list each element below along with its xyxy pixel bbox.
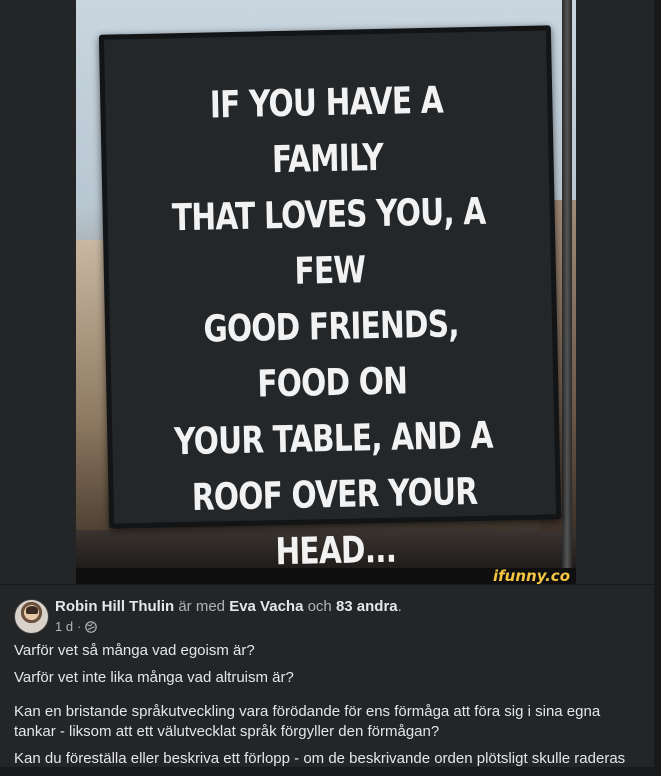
meta-separator: · (77, 619, 82, 634)
post-meta: 1 d · (55, 619, 98, 635)
avatar-hair (26, 606, 38, 614)
with-text: är med (178, 598, 226, 615)
post-paragraph: Kan du föreställa eller beskriva ett för… (14, 750, 626, 767)
tagged-person-link[interactable]: Eva Vacha (229, 598, 303, 615)
quote-sign: If you have a family that loves you, a f… (98, 25, 562, 584)
post-text: Varför vet så många vad egoism är? Varfö… (14, 641, 642, 776)
globe-icon[interactable] (85, 621, 98, 633)
sign-quote-text: If you have a family that loves you, a f… (171, 78, 494, 584)
post-photo[interactable]: If you have a family that loves you, a f… (76, 0, 576, 584)
post-paragraph: Varför vet inte lika många vad altruism … (14, 669, 294, 686)
post-paragraph: Varför vet så många vad egoism är? (14, 642, 255, 659)
post-paragraph: Kan en bristande språkutveckling vara fö… (14, 703, 601, 740)
post-body: Robin Hill Thulin är med Eva Vacha och 8… (0, 585, 654, 767)
page-scrollbar[interactable] (654, 0, 661, 767)
post-photo-frame[interactable]: If you have a family that loves you, a f… (0, 0, 654, 584)
period-text: . (397, 598, 402, 615)
and-text: och (307, 598, 332, 615)
ifunny-watermark: ifunny.co (493, 567, 570, 584)
post-timestamp-link[interactable]: 1 d (55, 619, 73, 635)
avatar[interactable] (14, 599, 49, 634)
author-name-link[interactable]: Robin Hill Thulin (55, 598, 174, 615)
others-link[interactable]: 83 andra (336, 598, 398, 615)
post-author-line: Robin Hill Thulin är med Eva Vacha och 8… (55, 598, 402, 616)
sign-pole (562, 0, 572, 570)
